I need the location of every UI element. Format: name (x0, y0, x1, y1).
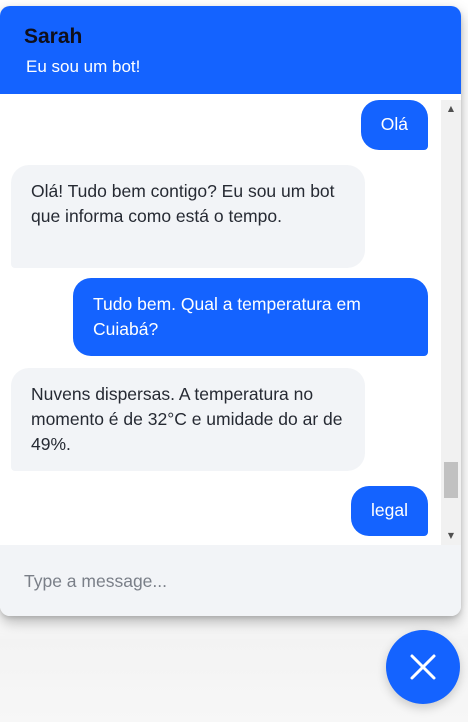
close-chat-button[interactable] (386, 630, 460, 704)
chat-widget: Sarah Eu sou um bot! Olá Olá! Tudo bem c… (0, 6, 461, 616)
user-message: Olá (360, 100, 428, 150)
user-message: Tudo bem. Qual a temperatura em Cuiabá? (73, 278, 428, 356)
bot-name: Sarah (24, 25, 83, 48)
message-scrollbar[interactable]: ▲ ▼ (441, 100, 461, 545)
composer (0, 545, 461, 616)
bot-message: Nuvens dispersas. A temperatura no momen… (11, 368, 365, 471)
message-input[interactable] (24, 567, 424, 595)
scrollbar-thumb[interactable] (444, 462, 458, 498)
page: Sarah Eu sou um bot! Olá Olá! Tudo bem c… (0, 0, 468, 722)
message-list[interactable]: Olá Olá! Tudo bem contigo? Eu sou um bot… (0, 94, 441, 545)
arrow-up-icon[interactable]: ▲ (441, 100, 461, 118)
bot-message: Olá! Tudo bem contigo? Eu sou um bot que… (11, 165, 365, 268)
user-message: legal (351, 486, 428, 536)
chat-header: Sarah Eu sou um bot! (0, 6, 461, 94)
bot-subtitle: Eu sou um bot! (26, 57, 141, 76)
close-icon (410, 654, 436, 680)
arrow-down-icon[interactable]: ▼ (441, 527, 461, 545)
